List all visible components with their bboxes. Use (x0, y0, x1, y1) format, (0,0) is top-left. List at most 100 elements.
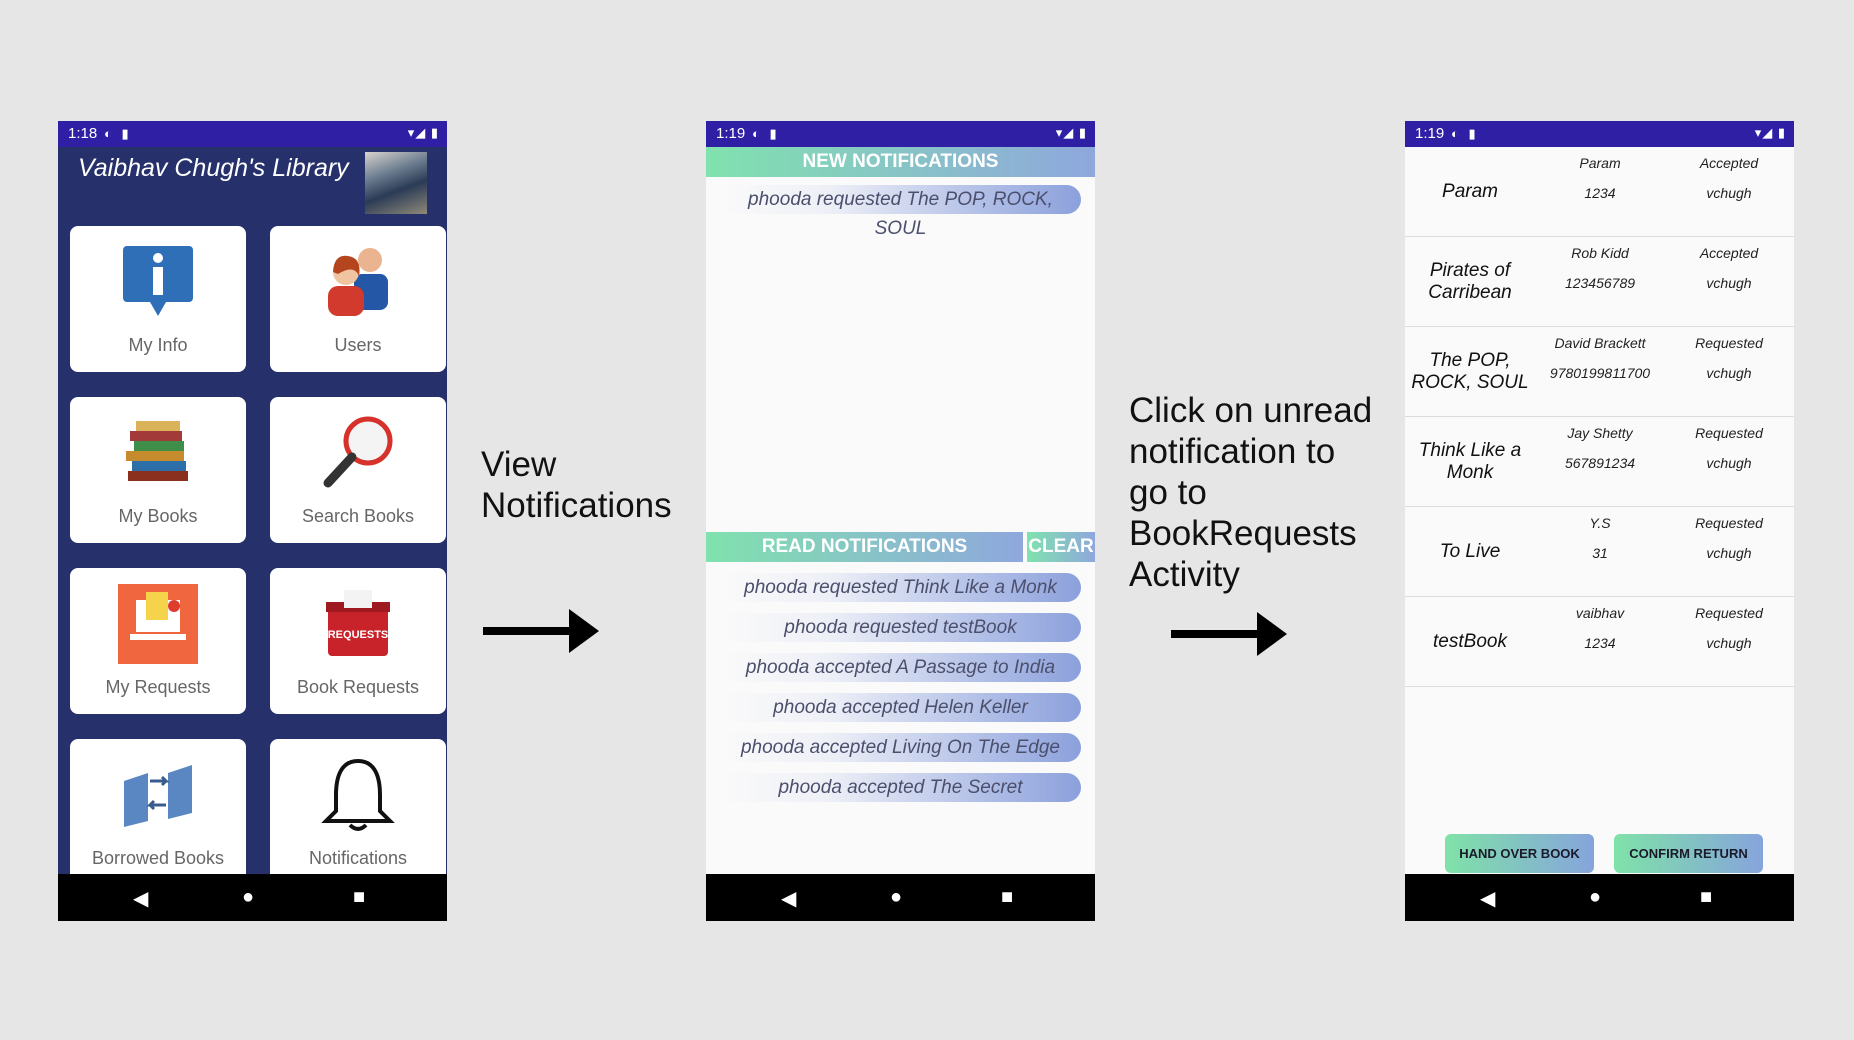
hand-over-book-button[interactable]: HAND OVER BOOK (1445, 834, 1594, 873)
recents-icon[interactable]: ■ (353, 886, 365, 909)
home-icon[interactable]: ● (890, 886, 902, 909)
author: Jay Shetty (1567, 425, 1633, 441)
tile-my-requests[interactable]: My Requests (70, 568, 246, 714)
recents-icon[interactable]: ■ (1001, 886, 1013, 909)
isbn: 567891234 (1564, 455, 1636, 471)
back-icon[interactable]: ◀ (1480, 886, 1495, 911)
isbn: 1234 (1584, 635, 1616, 651)
requester: vchugh (1706, 275, 1752, 291)
book-requests-screen: 1:19 ◐ ▮ ▾◢ ▮ Param Param 1234 Accepted … (1405, 121, 1794, 921)
status-notification-icons: ◐ ▮ (752, 126, 780, 141)
swap-books-icon (124, 765, 192, 827)
bell-icon (321, 758, 395, 831)
request-status: Requested (1695, 335, 1763, 351)
request-status: Requested (1695, 425, 1763, 441)
read-notification-item[interactable]: phooda requested testBook (720, 613, 1081, 642)
read-notification-item[interactable]: phooda accepted Helen Keller (720, 693, 1081, 722)
tile-label: My Requests (105, 677, 211, 697)
status-time: 1:19 (1415, 125, 1445, 142)
tile-label: My Books (118, 506, 198, 526)
back-icon[interactable]: ◀ (133, 886, 148, 911)
home-icon[interactable]: ● (242, 886, 254, 909)
caption-view-notifications: View Notifications (481, 445, 672, 525)
status-time: 1:19 (716, 125, 746, 142)
clear-button[interactable]: CLEAR (1027, 532, 1095, 562)
tile-notifications[interactable]: Notifications (270, 739, 446, 885)
library-home-screen: 1:18 ◐ ▮ ▾◢ ▮ Vaibhav Chugh's Library My… (58, 121, 447, 921)
recents-icon[interactable]: ■ (1700, 886, 1712, 909)
status-bar: 1:19 ◐ ▮ ▾◢ ▮ (1405, 121, 1794, 147)
arrow-right-icon (1171, 612, 1287, 656)
read-notifications-header: READ NOTIFICATIONS (706, 532, 1023, 562)
notifications-screen: 1:19 ◐ ▮ ▾◢ ▮ NEW NOTIFICATIONS phooda r… (706, 121, 1095, 921)
book-name: Param (1442, 180, 1498, 202)
request-row[interactable]: Think Like a Monk Jay Shetty 567891234 R… (1405, 417, 1794, 507)
status-notification-icons: ◐ ▮ (1451, 126, 1479, 141)
request-row[interactable]: testBook vaibhav 1234 Requested vchugh (1405, 597, 1794, 687)
read-notification-item[interactable]: phooda accepted Living On The Edge (720, 733, 1081, 762)
requester: vchugh (1706, 545, 1752, 561)
isbn: 1234 (1584, 185, 1616, 201)
author: Rob Kidd (1571, 245, 1629, 261)
book-name: testBook (1433, 630, 1507, 652)
request-status: Requested (1695, 515, 1763, 531)
book-name: The POP, ROCK, SOUL (1411, 349, 1529, 393)
tile-label: Borrowed Books (91, 848, 225, 868)
confirm-return-button[interactable]: CONFIRM RETURN (1614, 834, 1763, 873)
unread-notification-item[interactable]: phooda requested The POP, ROCK, SOUL (720, 185, 1081, 239)
tile-borrowed-books[interactable]: Borrowed Books (70, 739, 246, 885)
magnifier-icon (323, 416, 393, 488)
author: vaibhav (1575, 605, 1625, 621)
tile-search-books[interactable]: Search Books (270, 397, 446, 543)
status-notification-icons: ◐ ▮ (104, 126, 132, 141)
read-notification-item[interactable]: phooda requested Think Like a Monk (720, 573, 1081, 602)
info-icon (123, 246, 193, 316)
request-row[interactable]: Param Param 1234 Accepted vchugh (1405, 147, 1794, 237)
tile-label: Search Books (301, 506, 415, 526)
isbn: 9780199811700 (1549, 365, 1651, 381)
tile-label: Book Requests (296, 677, 420, 697)
tile-my-info[interactable]: My Info (70, 226, 246, 372)
avatar[interactable] (365, 152, 427, 214)
request-box-icon: REQUESTS (326, 590, 390, 656)
read-notification-item[interactable]: phooda accepted A Passage to India (720, 653, 1081, 682)
requests-icon (118, 584, 198, 664)
request-row[interactable]: To Live Y.S 31 Requested vchugh (1405, 507, 1794, 597)
books-stack-icon (126, 421, 188, 481)
book-name: To Live (1439, 540, 1501, 562)
tile-label: Users (334, 335, 382, 355)
isbn: 123456789 (1564, 275, 1636, 291)
book-name: Think Like a Monk (1418, 439, 1522, 483)
request-row[interactable]: The POP, ROCK, SOUL David Brackett 97801… (1405, 327, 1794, 417)
book-name: Pirates of Carribean (1428, 259, 1512, 303)
requester: vchugh (1706, 455, 1752, 471)
users-icon (328, 248, 388, 316)
requester: vchugh (1706, 365, 1752, 381)
signal-battery-icons: ▾◢ ▮ (407, 125, 439, 140)
status-bar: 1:19 ◐ ▮ ▾◢ ▮ (706, 121, 1095, 147)
tile-book-requests[interactable]: REQUESTS Book Requests (270, 568, 446, 714)
nav-bar: ◀ ● ■ (1405, 874, 1794, 921)
request-status: Accepted (1699, 245, 1759, 261)
arrow-right-icon (483, 609, 599, 653)
home-icon[interactable]: ● (1589, 886, 1601, 909)
signal-battery-icons: ▾◢ ▮ (1055, 125, 1087, 140)
tile-my-books[interactable]: My Books (70, 397, 246, 543)
tile-label: My Info (128, 335, 188, 355)
author: David Brackett (1554, 335, 1646, 351)
signal-battery-icons: ▾◢ ▮ (1754, 125, 1786, 140)
back-icon[interactable]: ◀ (781, 886, 796, 911)
library-title: Vaibhav Chugh's Library (78, 154, 349, 182)
author: Y.S (1589, 515, 1611, 531)
nav-bar: ◀ ● ■ (58, 874, 447, 921)
requester: vchugh (1706, 185, 1752, 201)
status-time: 1:18 (68, 125, 98, 142)
requester: vchugh (1706, 635, 1752, 651)
request-status: Requested (1695, 605, 1763, 621)
new-notifications-header: NEW NOTIFICATIONS (706, 147, 1095, 177)
nav-bar: ◀ ● ■ (706, 874, 1095, 921)
request-status: Accepted (1699, 155, 1759, 171)
read-notification-item[interactable]: phooda accepted The Secret (720, 773, 1081, 802)
tile-users[interactable]: Users (270, 226, 446, 372)
request-row[interactable]: Pirates of Carribean Rob Kidd 123456789 … (1405, 237, 1794, 327)
